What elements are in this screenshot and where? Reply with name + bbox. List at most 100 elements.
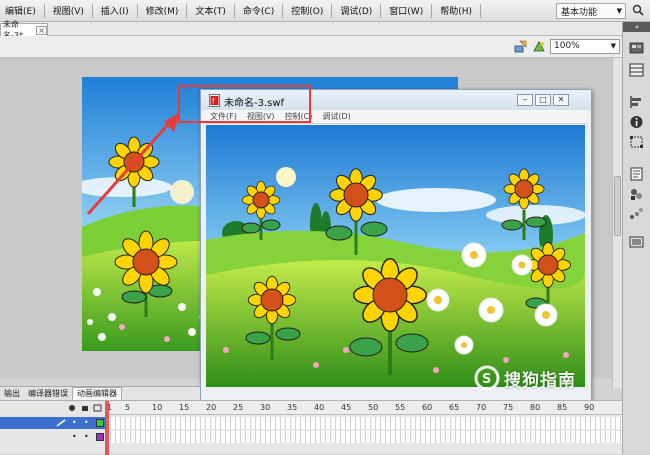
menu-insert[interactable]: 插入(I) (96, 4, 134, 17)
eye-icon (69, 405, 75, 411)
frame-number: 70 (476, 403, 487, 412)
scene-icon[interactable] (628, 234, 645, 250)
close-icon[interactable]: × (36, 25, 47, 35)
layer-color-swatch[interactable] (96, 419, 104, 427)
frame-number: 65 (449, 403, 460, 412)
library-icon[interactable] (628, 62, 645, 78)
highlight-box (178, 85, 311, 123)
svg-text:S: S (482, 372, 491, 387)
collapse-panel-icon[interactable]: « (623, 22, 650, 32)
edit-scene-icon[interactable] (532, 40, 546, 53)
menu-edit[interactable]: 编辑(E) (0, 4, 41, 17)
minimize-button[interactable]: ‒ (517, 94, 533, 106)
maximize-button[interactable]: □ (535, 94, 551, 106)
timeline-panel: 1 5 10 15 20 25 30 35 40 45 50 55 60 65 … (0, 400, 622, 455)
menu-view[interactable]: 视图(V) (48, 4, 89, 17)
frame-number: 75 (503, 403, 514, 412)
frame-number: 85 (557, 403, 568, 412)
frame-number: 5 (125, 403, 131, 412)
playhead[interactable] (105, 401, 109, 455)
layer-toggle-icons (69, 404, 102, 412)
swf-player-window[interactable]: f 未命名-3.swf ‒ □ ✕ 文件(F) 视图(V) 控制(C) 调试(D… (200, 89, 592, 407)
bottom-panel-tabs: 输出 编译器错误 动画编辑器 (0, 386, 200, 400)
menu-separator (91, 3, 93, 18)
edit-bar: 100% ▼ (0, 36, 622, 58)
menu-separator (186, 3, 188, 18)
frame-number: 20 (206, 403, 217, 412)
frame-number: 25 (233, 403, 244, 412)
layer-color-swatch[interactable] (96, 433, 104, 441)
swf-scene-image (206, 125, 585, 387)
edit-symbols-icon[interactable] (514, 40, 528, 53)
close-button[interactable]: ✕ (553, 94, 569, 106)
frame-number: 50 (368, 403, 379, 412)
swf-content-area[interactable] (206, 125, 585, 387)
menu-control[interactable]: 控制(O) (286, 4, 328, 17)
outline-icon (93, 404, 102, 412)
components-icon[interactable] (628, 186, 645, 202)
frame-ruler[interactable]: 1 5 10 15 20 25 30 35 40 45 50 55 60 65 … (106, 401, 622, 415)
right-panel-dock: « (622, 22, 650, 454)
vertical-scrollbar[interactable] (612, 58, 622, 388)
frame-number: 35 (287, 403, 298, 412)
tab-motion-editor[interactable]: 动画编辑器 (72, 387, 122, 400)
lock-icon (82, 406, 88, 411)
menu-separator (431, 3, 433, 18)
color-swatches-icon[interactable] (628, 40, 645, 56)
menu-separator (136, 3, 138, 18)
menu-window[interactable]: 窗口(W) (384, 4, 428, 17)
workspace-label: 基本功能 (561, 7, 598, 18)
workspace-switcher[interactable]: 基本功能 ▼ (556, 3, 626, 19)
zoom-value: 100% (554, 41, 580, 51)
document-tab-bar: 未命名-3* × (0, 20, 622, 40)
motion-presets-icon[interactable] (628, 206, 645, 222)
frame-number: 45 (341, 403, 352, 412)
watermark-text: 搜狗指南 (504, 370, 576, 391)
frame-number: 90 (584, 403, 595, 412)
watermark-logo-icon: S (474, 365, 500, 391)
annotation-arrow (86, 112, 180, 215)
swf-menu-debug[interactable]: 调试(D) (317, 111, 355, 122)
main-menu-bar: 编辑(E) 视图(V) 插入(I) 修改(M) 文本(T) 命令(C) 控制(O… (0, 0, 650, 22)
frame-number: 40 (314, 403, 325, 412)
tab-output[interactable]: 输出 (0, 388, 24, 399)
frame-number: 15 (179, 403, 190, 412)
info-icon[interactable] (628, 114, 645, 130)
tab-compiler-errors[interactable]: 编译器错误 (24, 388, 72, 399)
menu-separator (331, 3, 333, 18)
menu-text[interactable]: 文本(T) (190, 4, 231, 17)
frame-number: 55 (395, 403, 406, 412)
code-snippets-icon[interactable] (628, 166, 645, 182)
menu-separator (233, 3, 235, 18)
layer-frames[interactable] (106, 431, 622, 443)
layer-row[interactable]: • • (0, 431, 106, 443)
menu-modify[interactable]: 修改(M) (141, 4, 184, 17)
menu-debug[interactable]: 调试(D) (335, 4, 377, 17)
search-icon[interactable] (632, 4, 644, 16)
zoom-select[interactable]: 100% ▼ (550, 39, 620, 54)
menu-separator (380, 3, 382, 18)
chevron-down-icon: ▼ (610, 42, 616, 50)
menu-commands[interactable]: 命令(C) (238, 4, 279, 17)
chevron-down-icon: ▼ (616, 7, 622, 15)
menu-separator (282, 3, 284, 18)
bullet-icon: • (84, 418, 89, 427)
transform-icon[interactable] (628, 134, 645, 150)
scrollbar-thumb[interactable] (614, 176, 621, 236)
pencil-icon (56, 419, 66, 427)
layer-frames[interactable] (106, 417, 622, 429)
layer-row-selected[interactable]: • • (0, 417, 106, 429)
frame-number: 10 (152, 403, 163, 412)
frame-number: 30 (260, 403, 271, 412)
document-tab[interactable]: 未命名-3* × (0, 20, 48, 40)
menu-separator (43, 3, 45, 18)
menu-separator (480, 3, 482, 18)
bullet-icon: • (84, 432, 89, 441)
menu-help[interactable]: 帮助(H) (435, 4, 477, 17)
frame-number: 60 (422, 403, 433, 412)
watermark: S 搜狗指南 (474, 364, 624, 392)
bullet-icon: • (72, 432, 77, 441)
bullet-icon: • (72, 418, 77, 427)
frame-number: 80 (530, 403, 541, 412)
align-icon[interactable] (628, 94, 645, 110)
